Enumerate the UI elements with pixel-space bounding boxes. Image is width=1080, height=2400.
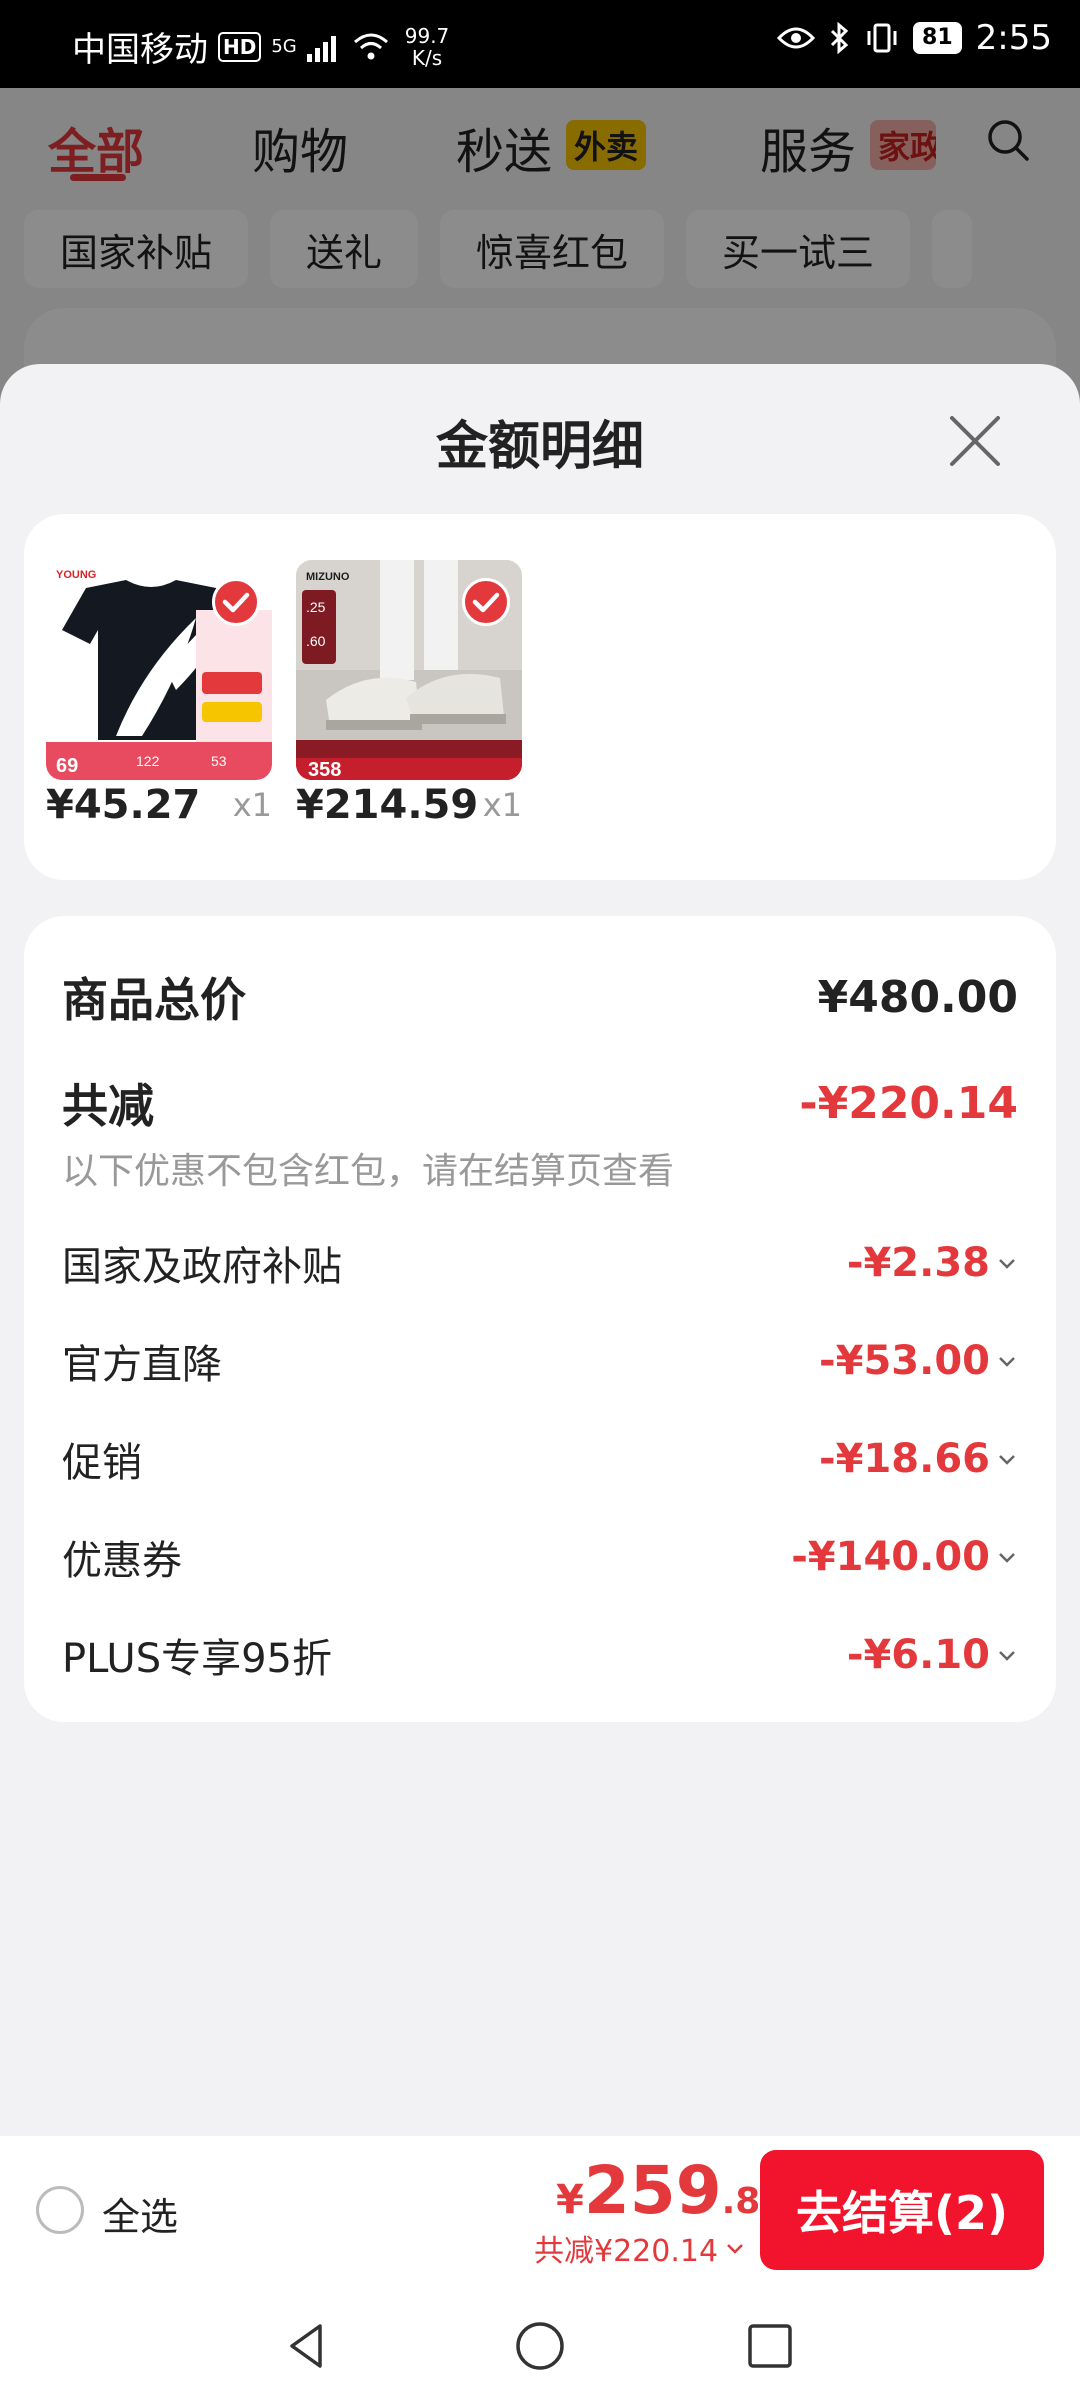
- selected-check-icon[interactable]: [462, 578, 510, 626]
- selected-check-icon[interactable]: [212, 578, 260, 626]
- svg-text:.60: .60: [306, 633, 326, 649]
- product-price: ¥214.59: [296, 782, 479, 828]
- total-value: ¥480.00: [817, 971, 1018, 1023]
- product-item[interactable]: .25 .60 358 MIZUNO ¥214.59 x1: [296, 560, 522, 828]
- product-qty: x1: [232, 786, 272, 824]
- signal-icon: [306, 35, 336, 62]
- total-row: 商品总价 ¥480.00: [62, 964, 1018, 1030]
- discount-item-label: 促销: [62, 1440, 142, 1486]
- chevron-down-icon[interactable]: [996, 1252, 1018, 1274]
- total-amount: ¥259.86: [556, 2152, 786, 2229]
- eye-icon: [777, 27, 816, 49]
- discount-item-value: -¥140.00: [791, 1534, 990, 1580]
- battery-icon: 81: [913, 22, 962, 54]
- total-label: 商品总价: [62, 973, 246, 1027]
- sheet-title: 金额明细: [435, 417, 644, 477]
- amount-detail-sheet: 金额明细 69 122 53 YOUNG ¥45.27 x1 .25 .60 3…: [0, 364, 1080, 2136]
- system-nav-bar: [0, 2284, 1080, 2400]
- saved-amount[interactable]: 共减¥220.14: [534, 2226, 746, 2270]
- svg-text:122: 122: [136, 753, 160, 769]
- discount-item-row[interactable]: 优惠券 -¥140.00: [62, 1528, 1018, 1586]
- svg-text:.25: .25: [306, 599, 326, 615]
- chevron-down-icon[interactable]: [996, 1350, 1018, 1372]
- checkout-bar: 全选 ¥259.86 共减¥220.14 去结算(2): [0, 2136, 1080, 2284]
- network-speed: 99.7 K/s: [404, 23, 450, 70]
- svg-text:53: 53: [211, 753, 227, 769]
- discount-item-row[interactable]: 官方直降 -¥53.00: [62, 1332, 1018, 1390]
- discount-label: 共减: [62, 1079, 154, 1133]
- discount-item-value: -¥2.38: [846, 1240, 990, 1286]
- chevron-down-icon[interactable]: [996, 1644, 1018, 1666]
- recents-icon[interactable]: [742, 2318, 798, 2374]
- home-icon[interactable]: [512, 2318, 568, 2374]
- back-icon[interactable]: [280, 2318, 336, 2374]
- product-price: ¥45.27: [46, 782, 201, 828]
- discount-row: 共减 -¥220.14: [62, 1070, 1018, 1136]
- carrier-name: 中国移动: [72, 30, 208, 70]
- discount-item-label: 官方直降: [62, 1342, 222, 1388]
- discount-item-row[interactable]: 国家及政府补贴 -¥2.38: [62, 1234, 1018, 1292]
- wifi-icon: [353, 33, 388, 59]
- checkout-button[interactable]: 去结算(2): [760, 2150, 1044, 2270]
- product-image-sneakers: .25 .60 358 MIZUNO: [296, 560, 522, 780]
- select-all-radio[interactable]: [36, 2186, 84, 2234]
- chevron-down-icon[interactable]: [996, 1448, 1018, 1470]
- discount-item-row[interactable]: 促销 -¥18.66: [62, 1430, 1018, 1488]
- discount-item-value: -¥53.00: [819, 1338, 990, 1384]
- clock: 2:55: [975, 18, 1052, 58]
- discount-item-label: 优惠券: [62, 1538, 182, 1584]
- product-qty: x1: [482, 786, 522, 824]
- discount-item-value: -¥18.66: [819, 1436, 990, 1482]
- bluetooth-icon: [830, 22, 849, 54]
- status-bar: 中国移动 HD 5G 99.7 K/s 81 2:55: [0, 0, 1080, 88]
- vibrate-icon: [867, 23, 897, 53]
- network-type: 5G: [271, 35, 297, 57]
- product-item[interactable]: 69 122 53 YOUNG ¥45.27 x1: [46, 560, 272, 828]
- discount-item-value: -¥6.10: [846, 1632, 990, 1678]
- close-icon[interactable]: [946, 412, 1004, 470]
- product-image-tshirt: 69 122 53 YOUNG: [46, 560, 272, 780]
- discount-item-row[interactable]: PLUS专享95折 -¥6.10: [62, 1626, 1018, 1684]
- svg-text:69: 69: [56, 755, 78, 777]
- price-detail-card: 商品总价 ¥480.00 共减 -¥220.14 以下优惠不包含红包，请在结算页…: [24, 916, 1056, 1722]
- discount-note: 以下优惠不包含红包，请在结算页查看: [62, 1151, 675, 1192]
- svg-text:MIZUNO: MIZUNO: [306, 571, 350, 583]
- svg-text:YOUNG: YOUNG: [56, 569, 96, 581]
- products-card: 69 122 53 YOUNG ¥45.27 x1 .25 .60 358 MI…: [24, 514, 1056, 880]
- hd-icon: HD: [218, 31, 262, 62]
- discount-item-label: 国家及政府补贴: [62, 1244, 342, 1290]
- discount-value: -¥220.14: [799, 1077, 1018, 1129]
- chevron-down-icon[interactable]: [996, 1546, 1018, 1568]
- discount-item-label: PLUS专享95折: [62, 1636, 332, 1682]
- select-all-label[interactable]: 全选: [102, 2186, 178, 2241]
- chevron-down-icon[interactable]: [724, 2237, 746, 2259]
- svg-text:358: 358: [308, 759, 341, 780]
